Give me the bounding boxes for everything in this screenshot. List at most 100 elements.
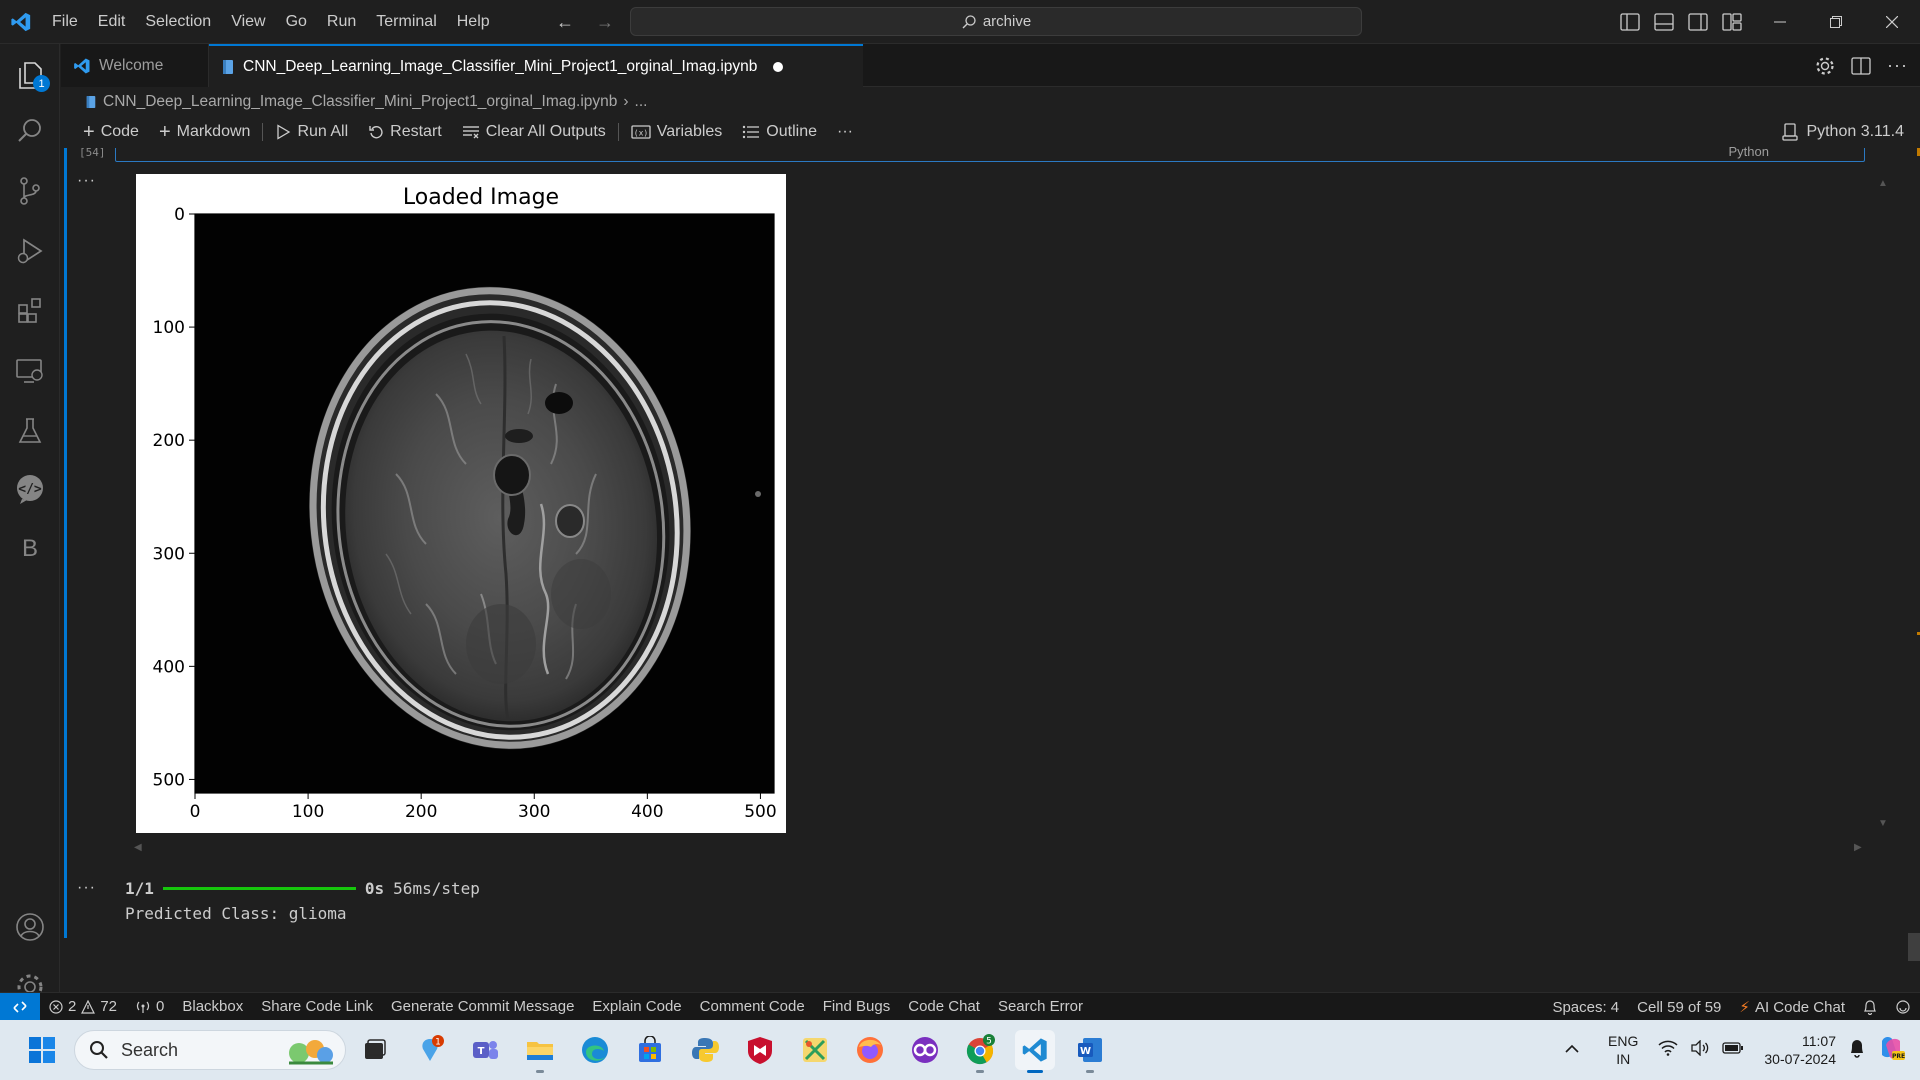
remote-indicator-icon[interactable] <box>0 992 40 1021</box>
blackbox-icon[interactable]: B <box>0 524 60 574</box>
variables-button[interactable]: (x) Variables <box>621 117 733 147</box>
notebook-toolbar: + Code + Markdown Run All Restart Clear … <box>61 117 1920 147</box>
tab-welcome-label: Welcome <box>99 56 164 74</box>
outline-button[interactable]: Outline <box>732 117 827 147</box>
clipchamp-app-icon[interactable] <box>905 1030 945 1070</box>
menu-run[interactable]: Run <box>317 0 366 44</box>
wifi-icon[interactable] <box>1658 1040 1678 1061</box>
scroll-down-icon[interactable]: ▼ <box>1878 818 1888 829</box>
settings-gear-icon[interactable] <box>1815 56 1835 76</box>
output-scroll-right-icon[interactable]: ▶ <box>1854 842 1862 853</box>
restart-button[interactable]: Restart <box>358 117 452 147</box>
restore-button[interactable] <box>1808 0 1864 44</box>
status-explain-code[interactable]: Explain Code <box>583 993 690 1021</box>
windows-start-icon[interactable] <box>22 1030 62 1070</box>
indentation-indicator[interactable]: Spaces: 4 <box>1543 993 1628 1021</box>
breadcrumb-more[interactable]: ... <box>635 93 648 111</box>
notification-bell-icon[interactable] <box>1848 1038 1866 1063</box>
source-control-icon[interactable] <box>0 166 60 216</box>
remote-explorer-icon[interactable] <box>0 346 60 396</box>
extensions-icon[interactable] <box>0 286 60 336</box>
python-app-icon[interactable] <box>685 1030 725 1070</box>
chrome-app-icon[interactable]: 5 <box>960 1030 1000 1073</box>
explorer-icon[interactable]: 1 <box>0 50 60 100</box>
status-search-error[interactable]: Search Error <box>989 993 1092 1021</box>
cell-position-indicator[interactable]: Cell 59 of 59 <box>1628 993 1730 1021</box>
vscode-app-icon[interactable] <box>1015 1030 1055 1073</box>
menu-help[interactable]: Help <box>447 0 500 44</box>
ai-code-chat-button[interactable]: ⚡ AI Code Chat <box>1730 993 1854 1021</box>
menu-view[interactable]: View <box>221 0 275 44</box>
tab-welcome[interactable]: Welcome <box>61 44 209 87</box>
breadcrumb-file[interactable]: CNN_Deep_Learning_Image_Classifier_Mini_… <box>103 93 617 111</box>
more-actions-icon[interactable]: ··· <box>1887 55 1908 76</box>
cell-language-label[interactable]: Python <box>1729 144 1769 159</box>
back-arrow-icon[interactable]: ← <box>556 12 574 33</box>
taskbar-search[interactable]: Search <box>74 1030 346 1070</box>
feedback-icon[interactable] <box>1886 993 1920 1021</box>
close-button[interactable] <box>1864 0 1920 44</box>
command-center-search[interactable]: archive <box>630 7 1362 36</box>
add-markdown-cell-button[interactable]: + Markdown <box>149 117 261 147</box>
forward-arrow-icon[interactable]: → <box>596 12 614 33</box>
toolbar-more-button[interactable]: ··· <box>827 117 863 147</box>
firefox-app-icon[interactable] <box>850 1030 890 1070</box>
clear-all-icon <box>462 126 479 139</box>
widgets-app-icon[interactable]: 1 <box>410 1030 450 1070</box>
teams-app-icon[interactable]: T <box>465 1030 505 1070</box>
menu-go[interactable]: Go <box>276 0 317 44</box>
clock[interactable]: 11:07 30-07-2024 <box>1764 1032 1836 1068</box>
testing-icon[interactable] <box>0 406 60 456</box>
menu-edit[interactable]: Edit <box>88 0 136 44</box>
search-icon[interactable] <box>0 106 60 156</box>
status-find-bugs[interactable]: Find Bugs <box>814 993 900 1021</box>
toggle-primary-sidebar-icon[interactable] <box>1620 13 1640 31</box>
run-debug-icon[interactable] <box>0 226 60 276</box>
clear-all-outputs-button[interactable]: Clear All Outputs <box>452 117 616 147</box>
edge-app-icon[interactable] <box>575 1030 615 1070</box>
run-all-button[interactable]: Run All <box>265 117 358 147</box>
add-code-cell-button[interactable]: + Code <box>73 117 149 147</box>
x-tick-label: 200 <box>405 802 437 822</box>
problems-indicator[interactable]: 2 72 <box>40 993 126 1021</box>
split-editor-icon[interactable] <box>1851 56 1871 75</box>
menu-file[interactable]: File <box>42 0 88 44</box>
status-blackbox[interactable]: Blackbox <box>173 993 252 1021</box>
mcafee-app-icon[interactable] <box>740 1030 780 1070</box>
status-share-code-link[interactable]: Share Code Link <box>252 993 382 1021</box>
customize-layout-icon[interactable] <box>1722 13 1742 31</box>
output-scroll-left-icon[interactable]: ◀ <box>134 842 142 853</box>
kernel-picker[interactable]: Python 3.11.4 <box>1782 117 1904 147</box>
toggle-secondary-sidebar-icon[interactable] <box>1688 13 1708 31</box>
copilot-icon[interactable]: PRE <box>1876 1033 1906 1068</box>
volume-icon[interactable] <box>1690 1038 1710 1061</box>
file-explorer-app-icon[interactable] <box>520 1030 560 1073</box>
photo-editor-app-icon[interactable] <box>795 1030 835 1070</box>
unsaved-dot-icon[interactable] <box>773 61 784 72</box>
status-generate-commit-message[interactable]: Generate Commit Message <box>382 993 583 1021</box>
notebook-file-icon <box>223 59 233 74</box>
menu-selection[interactable]: Selection <box>135 0 221 44</box>
status-comment-code[interactable]: Comment Code <box>691 993 814 1021</box>
show-hidden-icons-chevron-icon[interactable] <box>1564 1041 1580 1059</box>
scroll-up-icon[interactable]: ▲ <box>1878 178 1888 189</box>
ports-indicator[interactable]: 0 <box>126 993 173 1021</box>
x-tick-label: 100 <box>292 802 324 822</box>
previous-cell-editor[interactable]: Python <box>115 144 1865 162</box>
minimize-button[interactable] <box>1752 0 1808 44</box>
task-view-icon[interactable] <box>355 1030 395 1070</box>
notifications-bell-icon[interactable] <box>1854 993 1886 1021</box>
accounts-icon[interactable] <box>0 902 60 952</box>
output-more-button-2[interactable]: ··· <box>77 879 96 897</box>
menu-terminal[interactable]: Terminal <box>366 0 446 44</box>
microsoft-store-app-icon[interactable] <box>630 1030 670 1070</box>
output-more-button[interactable]: ··· <box>77 172 96 190</box>
running-indicator <box>1086 1070 1094 1073</box>
battery-icon[interactable] <box>1722 1041 1744 1060</box>
code-chat-extension-icon[interactable]: </> <box>0 464 60 514</box>
language-indicator[interactable]: ENG IN <box>1608 1032 1638 1068</box>
tab-notebook[interactable]: CNN_Deep_Learning_Image_Classifier_Mini_… <box>209 44 863 87</box>
word-app-icon[interactable]: W <box>1070 1030 1110 1073</box>
toggle-panel-icon[interactable] <box>1654 13 1674 31</box>
status-code-chat[interactable]: Code Chat <box>899 993 989 1021</box>
